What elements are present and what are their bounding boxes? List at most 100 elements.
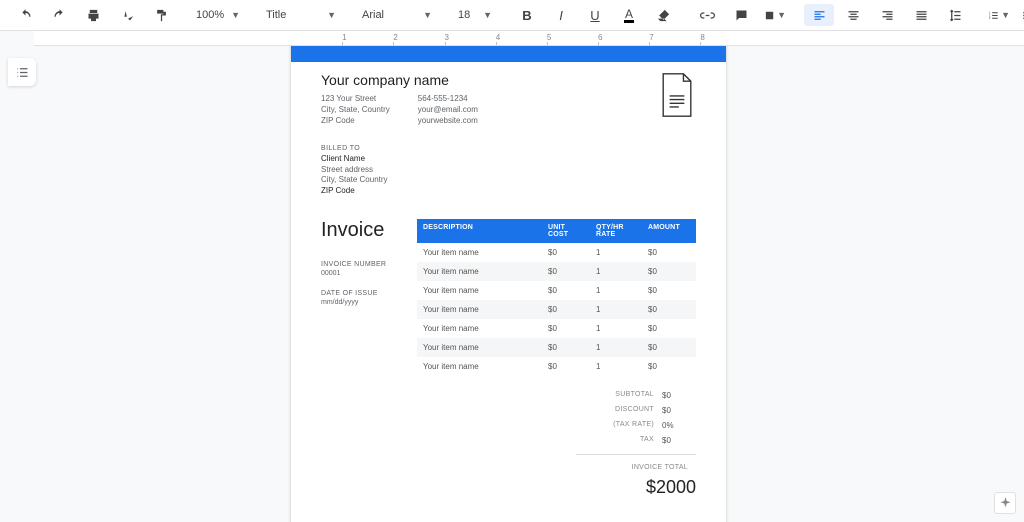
- item-unit-cost[interactable]: $0: [542, 262, 590, 281]
- item-amount[interactable]: $0: [642, 281, 696, 300]
- insert-comment-button[interactable]: [726, 4, 756, 26]
- company-street[interactable]: 123 Your Street: [321, 94, 390, 105]
- highlight-button[interactable]: [648, 4, 678, 26]
- comment-icon: [734, 8, 749, 23]
- table-row[interactable]: Your item name$01$0: [417, 357, 696, 376]
- item-description[interactable]: Your item name: [417, 357, 542, 376]
- client-street[interactable]: Street address: [321, 165, 696, 176]
- item-amount[interactable]: $0: [642, 300, 696, 319]
- document-page[interactable]: Your company name 123 Your Street City, …: [291, 44, 726, 522]
- print-button[interactable]: [78, 4, 108, 26]
- item-description[interactable]: Your item name: [417, 338, 542, 357]
- header-description[interactable]: DESCRIPTION: [417, 219, 542, 243]
- client-zip[interactable]: ZIP Code: [321, 186, 696, 197]
- company-website[interactable]: yourwebsite.com: [418, 116, 478, 127]
- table-row[interactable]: Your item name$01$0: [417, 300, 696, 319]
- taxrate-value[interactable]: 0%: [662, 421, 696, 430]
- item-unit-cost[interactable]: $0: [542, 300, 590, 319]
- item-amount[interactable]: $0: [642, 262, 696, 281]
- item-qty[interactable]: 1: [590, 281, 642, 300]
- numbered-list-button[interactable]: 123▼: [984, 4, 1014, 26]
- bulleted-list-button[interactable]: ▼: [1018, 4, 1024, 26]
- item-description[interactable]: Your item name: [417, 262, 542, 281]
- item-unit-cost[interactable]: $0: [542, 338, 590, 357]
- invoice-table-body: Your item name$01$0Your item name$01$0Yo…: [417, 243, 696, 376]
- company-cityline[interactable]: City, State, Country: [321, 105, 390, 116]
- line-spacing-button[interactable]: [940, 4, 970, 26]
- item-amount[interactable]: $0: [642, 357, 696, 376]
- invoice-number-label[interactable]: INVOICE NUMBER: [321, 260, 399, 269]
- explore-button[interactable]: [994, 492, 1016, 514]
- item-unit-cost[interactable]: $0: [542, 243, 590, 262]
- item-unit-cost[interactable]: $0: [542, 357, 590, 376]
- taxrate-label[interactable]: (TAX RATE): [576, 421, 662, 430]
- item-qty[interactable]: 1: [590, 300, 642, 319]
- undo-button[interactable]: [10, 4, 40, 26]
- insert-link-button[interactable]: [692, 4, 722, 26]
- item-description[interactable]: Your item name: [417, 243, 542, 262]
- item-qty[interactable]: 1: [590, 319, 642, 338]
- header-unit-cost[interactable]: UNIT COST: [542, 219, 590, 243]
- header-amount[interactable]: AMOUNT: [642, 219, 696, 243]
- date-of-issue[interactable]: mm/dd/yyyy: [321, 298, 399, 307]
- discount-value[interactable]: $0: [662, 406, 696, 415]
- document-outline-toggle[interactable]: [8, 58, 36, 86]
- item-unit-cost[interactable]: $0: [542, 281, 590, 300]
- tax-label[interactable]: TAX: [576, 436, 662, 445]
- item-qty[interactable]: 1: [590, 262, 642, 281]
- item-description[interactable]: Your item name: [417, 281, 542, 300]
- item-description[interactable]: Your item name: [417, 319, 542, 338]
- discount-label[interactable]: DISCOUNT: [576, 406, 662, 415]
- subtotal-label[interactable]: SUBTOTAL: [576, 391, 662, 400]
- company-phone[interactable]: 564-555-1234: [418, 94, 478, 105]
- company-email[interactable]: your@email.com: [418, 105, 478, 116]
- spellcheck-button[interactable]: [112, 4, 142, 26]
- redo-button[interactable]: [44, 4, 74, 26]
- insert-image-button[interactable]: ▼: [760, 4, 790, 26]
- align-left-button[interactable]: [804, 4, 834, 26]
- table-row[interactable]: Your item name$01$0: [417, 338, 696, 357]
- invoice-title[interactable]: Invoice: [321, 219, 399, 242]
- table-row[interactable]: Your item name$01$0: [417, 262, 696, 281]
- item-amount[interactable]: $0: [642, 243, 696, 262]
- table-row[interactable]: Your item name$01$0: [417, 243, 696, 262]
- zoom-select[interactable]: 100%▼: [190, 4, 246, 26]
- align-center-button[interactable]: [838, 4, 868, 26]
- subtotal-value[interactable]: $0: [662, 391, 696, 400]
- tax-value[interactable]: $0: [662, 436, 696, 445]
- link-icon: [700, 8, 715, 23]
- invoice-total-value[interactable]: $2000: [646, 477, 696, 498]
- item-unit-cost[interactable]: $0: [542, 319, 590, 338]
- text-color-button[interactable]: A: [614, 4, 644, 26]
- horizontal-ruler[interactable]: 12345678: [34, 31, 1024, 46]
- bold-button[interactable]: B: [512, 4, 542, 26]
- redo-icon: [52, 8, 67, 23]
- client-cityline[interactable]: City, State Country: [321, 175, 696, 186]
- item-qty[interactable]: 1: [590, 338, 642, 357]
- date-of-issue-label[interactable]: DATE OF ISSUE: [321, 289, 399, 298]
- table-row[interactable]: Your item name$01$0: [417, 319, 696, 338]
- underline-button[interactable]: U: [580, 4, 610, 26]
- table-row[interactable]: Your item name$01$0: [417, 281, 696, 300]
- client-name[interactable]: Client Name: [321, 154, 696, 165]
- align-right-button[interactable]: [872, 4, 902, 26]
- document-canvas[interactable]: Your company name 123 Your Street City, …: [0, 44, 1024, 522]
- company-zip[interactable]: ZIP Code: [321, 116, 390, 127]
- font-family-select[interactable]: Arial▼: [356, 4, 438, 26]
- item-amount[interactable]: $0: [642, 338, 696, 357]
- header-qty[interactable]: QTY/HR RATE: [590, 219, 642, 243]
- invoice-total-label[interactable]: INVOICE TOTAL: [576, 464, 696, 471]
- billed-to-label[interactable]: BILLED TO: [321, 144, 696, 153]
- item-amount[interactable]: $0: [642, 319, 696, 338]
- italic-button[interactable]: I: [546, 4, 576, 26]
- ruler-mark: 6: [598, 33, 602, 42]
- align-justify-button[interactable]: [906, 4, 936, 26]
- item-qty[interactable]: 1: [590, 243, 642, 262]
- paragraph-style-select[interactable]: Title▼: [260, 4, 342, 26]
- item-qty[interactable]: 1: [590, 357, 642, 376]
- paint-format-button[interactable]: [146, 4, 176, 26]
- item-description[interactable]: Your item name: [417, 300, 542, 319]
- font-size-select[interactable]: 18▼: [452, 4, 498, 26]
- company-name[interactable]: Your company name: [321, 72, 478, 88]
- invoice-number[interactable]: 00001: [321, 269, 399, 278]
